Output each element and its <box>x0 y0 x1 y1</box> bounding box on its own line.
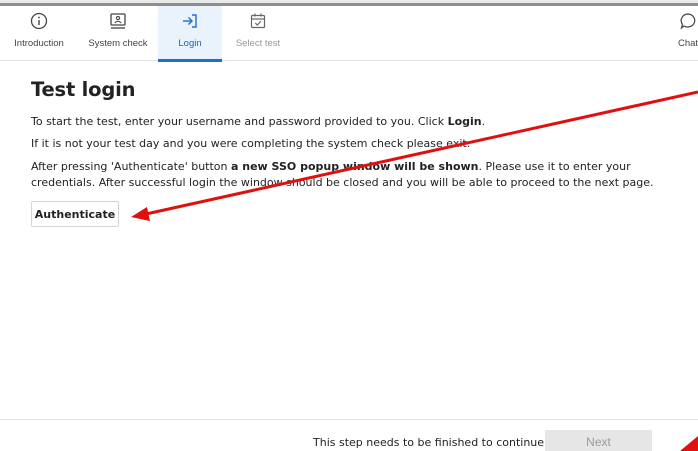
annotation-arrowhead <box>131 207 150 221</box>
next-button[interactable]: Next <box>545 430 652 451</box>
authenticate-button[interactable]: Authenticate <box>31 201 119 227</box>
annotation-arrow-line <box>145 90 698 216</box>
computer-check-icon <box>110 13 126 29</box>
sso-instructions: After pressing 'Authenticate' button a n… <box>31 160 654 189</box>
exit-notice: If it is not your test day and you were … <box>31 137 471 150</box>
chat-bubble-icon <box>680 13 696 30</box>
tab-select-test[interactable]: Select test <box>222 6 294 61</box>
login-arrow-icon <box>183 14 197 28</box>
sso-popup-highlight: a new SSO popup window will be shown <box>231 160 479 173</box>
tab-system-check-label: System check <box>88 38 148 49</box>
tab-introduction-label: Introduction <box>14 38 64 49</box>
footer-message: This step needs to be finished to contin… <box>313 436 548 449</box>
calendar-check-icon <box>250 13 266 29</box>
tab-login-label: Login <box>178 38 202 49</box>
info-icon <box>30 12 48 30</box>
login-keyword: Login <box>447 115 482 128</box>
login-page: Test login To start the test, enter your… <box>31 78 691 227</box>
footer-bar: This step needs to be finished to contin… <box>0 419 698 451</box>
tab-chat[interactable]: Chat <box>672 6 698 61</box>
tab-introduction[interactable]: Introduction <box>0 6 78 61</box>
tab-system-check[interactable]: System check <box>78 6 158 61</box>
login-instructions: To start the test, enter your username a… <box>31 115 486 128</box>
tab-login[interactable]: Login <box>158 6 222 62</box>
step-tabbar: Introduction System check Login Select t… <box>0 6 698 62</box>
page-title: Test login <box>31 78 136 101</box>
tab-select-test-label: Select test <box>235 38 281 49</box>
tab-chat-label: Chat <box>677 38 698 49</box>
